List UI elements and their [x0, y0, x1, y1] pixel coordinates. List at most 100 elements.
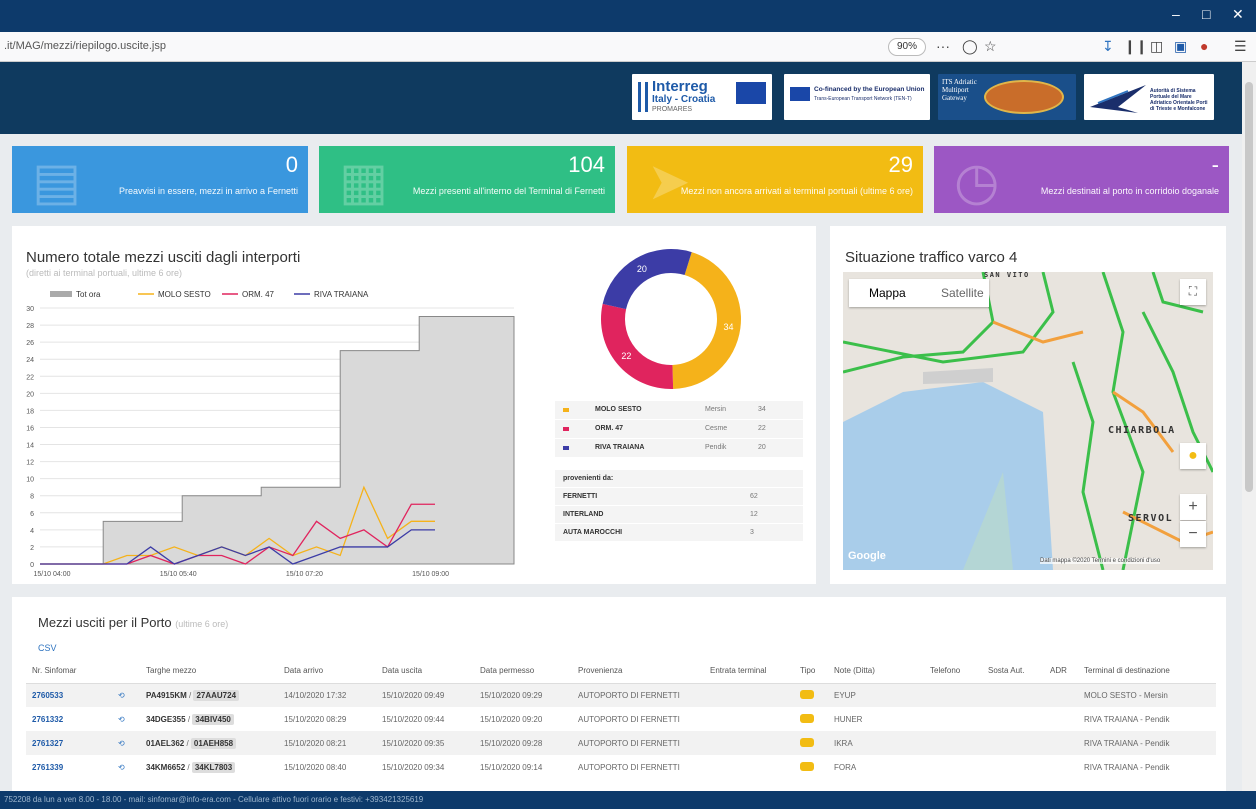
table-title: Mezzi usciti per il Porto (ultime 6 ore) — [38, 615, 229, 630]
tab-mappa[interactable]: Mappa — [869, 286, 906, 300]
card-preavvisi[interactable]: ▤ 0 Preavvisi in essere, mezzi in arrivo… — [12, 146, 308, 213]
data-uscita: 15/10/2020 09:44 — [382, 714, 445, 724]
map-type-tabs: Mappa Satellite — [849, 279, 989, 307]
legend-name: MOLO SESTO — [595, 406, 642, 413]
facebook-icon[interactable]: ▣ — [1174, 38, 1187, 55]
page-scrollbar[interactable] — [1242, 62, 1256, 791]
col-header[interactable]: ADR — [1044, 659, 1078, 684]
table-row[interactable]: 2761339 ⟲ 34KM6652 / 34KL7803 15/10/2020… — [26, 755, 1216, 779]
x-tick-label: 15/10 04:00 — [34, 571, 71, 578]
note-ditta: EYUP — [828, 683, 924, 707]
data-permesso: 15/10/2020 09:28 — [474, 731, 572, 755]
document-icon: ▤ — [32, 153, 82, 211]
tab-satellite[interactable]: Satellite — [941, 286, 984, 300]
legend-swatch — [563, 408, 569, 412]
x-tick-label: 15/10 09:00 — [412, 571, 449, 578]
address-bar[interactable]: .it/MAG/mezzi/riepilogo.uscite.jsp 90% ·… — [0, 32, 1256, 62]
menu-icon[interactable]: ☰ — [1234, 38, 1247, 55]
bookmark-star-icon[interactable]: ☆ — [984, 38, 997, 55]
legend-row: ORM. 47 Cesme 22 — [555, 420, 803, 438]
chart-title: Numero totale mezzi usciti dagli interpo… — [26, 249, 301, 266]
y-tick-label: 16 — [26, 425, 34, 432]
csv-export-link[interactable]: CSV — [38, 643, 57, 653]
col-header[interactable]: Terminal di destinazione — [1078, 659, 1216, 684]
entrata-terminal — [704, 707, 794, 731]
its-gateway-logo: ITS Adriatic Multiport Gateway — [938, 74, 1076, 120]
sinfomar-link[interactable]: 2761339 — [26, 755, 112, 779]
legend-label: MOLO SESTO — [158, 290, 211, 299]
maximize-button[interactable]: □ — [1202, 6, 1210, 22]
table-row[interactable]: 2761332 ⟲ 34DGE355 / 34BIV450 15/10/2020… — [26, 707, 1216, 731]
grid-icon: ▦ — [339, 153, 389, 211]
col-header[interactable]: Provenienza — [572, 659, 704, 684]
col-header[interactable]: Note (Ditta) — [828, 659, 924, 684]
truck-icon — [800, 761, 814, 771]
table-row[interactable]: 2760533 ⟲ PA4915KM / 27AAU724 14/10/2020… — [26, 683, 1216, 707]
history-icon[interactable]: ⟲ — [118, 715, 125, 724]
col-header[interactable]: Data arrivo — [278, 659, 376, 684]
send-icon: ➤ — [647, 153, 691, 211]
y-tick-label: 8 — [30, 494, 34, 501]
entrata-terminal — [704, 683, 794, 707]
minimize-button[interactable]: – — [1172, 6, 1180, 22]
col-header[interactable]: Tipo — [794, 659, 828, 684]
note-ditta: IKRA — [828, 731, 924, 755]
eu-cofinanced-logo: Co-financed by the European Union Trans-… — [784, 74, 930, 120]
scroll-thumb[interactable] — [1245, 82, 1253, 492]
y-tick-label: 14 — [26, 443, 34, 450]
history-icon[interactable]: ⟲ — [118, 763, 125, 772]
close-button[interactable]: ✕ — [1232, 6, 1244, 23]
data-permesso: 15/10/2020 09:14 — [480, 762, 543, 772]
y-tick-label: 18 — [26, 408, 34, 415]
y-tick-label: 10 — [26, 477, 34, 484]
download-icon[interactable]: ↧ — [1102, 38, 1114, 55]
card-non-arrivati[interactable]: ➤ 29 Mezzi non ancora arrivati ai termin… — [627, 146, 923, 213]
donut-value-label: 34 — [723, 322, 733, 332]
donut-chart: 34 22 20 — [601, 249, 741, 389]
legend-name: ORM. 47 — [595, 425, 624, 432]
url-text[interactable]: .it/MAG/mezzi/riepilogo.uscite.jsp — [4, 40, 166, 52]
history-icon[interactable]: ⟲ — [118, 691, 125, 700]
zoom-badge[interactable]: 90% — [888, 38, 927, 56]
legend-name: RIVA TRAIANA — [595, 444, 645, 451]
pegman-icon[interactable]: ● — [1180, 443, 1206, 469]
library-icon[interactable]: ❙❙ — [1124, 38, 1147, 55]
map-label-servola: SERVOL — [1128, 513, 1174, 524]
col-header[interactable]: Targhe mezzo — [140, 659, 278, 684]
col-header[interactable]: Nr. Sinfomar — [26, 659, 112, 684]
donut-legend: MOLO SESTO Mersin 34 ORM. 47 Cesme 22 RI… — [555, 401, 803, 458]
sinfomar-link[interactable]: 2760533 — [26, 683, 112, 707]
card-label: Preavvisi in essere, mezzi in arrivo a F… — [118, 186, 298, 196]
fullscreen-icon[interactable]: ⛶ — [1180, 279, 1206, 305]
zoom-out-button[interactable]: − — [1180, 521, 1206, 547]
col-header — [112, 659, 140, 684]
page-actions-icon[interactable]: ··· — [936, 38, 950, 54]
table-row[interactable]: 2761327 ⟲ 01AEL362 / 01AEH858 15/10/2020… — [26, 731, 1216, 755]
legend-label: ORM. 47 — [242, 290, 275, 299]
google-logo: Google — [848, 550, 886, 562]
pocket-icon[interactable]: ◯ — [962, 38, 978, 55]
map-attribution[interactable]: Dati mappa ©2020 Termini e condizioni d'… — [1040, 558, 1161, 564]
history-icon[interactable]: ⟲ — [118, 739, 125, 748]
card-mezzi-presenti[interactable]: ▦ 104 Mezzi presenti all'interno del Ter… — [319, 146, 615, 213]
sinfomar-link[interactable]: 2761332 — [26, 707, 112, 731]
card-corridoio[interactable]: ◷ - Mezzi destinati al porto in corridoi… — [934, 146, 1229, 213]
legend-origin: Mersin — [705, 406, 727, 413]
traffic-map[interactable] — [843, 272, 1213, 570]
col-header[interactable]: Entrata terminal — [704, 659, 794, 684]
col-header[interactable]: Data permesso — [474, 659, 572, 684]
col-header[interactable]: Sosta Aut. — [982, 659, 1044, 684]
col-header[interactable]: Data uscita — [376, 659, 474, 684]
provenienti-table: provenienti da: FERNETTI 62 INTERLAND 12… — [555, 470, 803, 542]
zoom-in-button[interactable]: + — [1180, 494, 1206, 520]
data-arrivo: 15/10/2020 08:29 — [284, 714, 347, 724]
sidebar-icon[interactable]: ◫ — [1150, 38, 1163, 55]
card-label: Mezzi non ancora arrivati ai terminal po… — [680, 186, 913, 196]
legend-swatch — [563, 446, 569, 450]
y-tick-label: 28 — [26, 323, 34, 330]
legend-label: RIVA TRAIANA — [314, 290, 369, 299]
data-uscita: 15/10/2020 09:49 — [376, 683, 474, 707]
col-header[interactable]: Telefono — [924, 659, 982, 684]
sinfomar-link[interactable]: 2761327 — [26, 731, 112, 755]
extension-icon[interactable]: ● — [1200, 38, 1208, 54]
